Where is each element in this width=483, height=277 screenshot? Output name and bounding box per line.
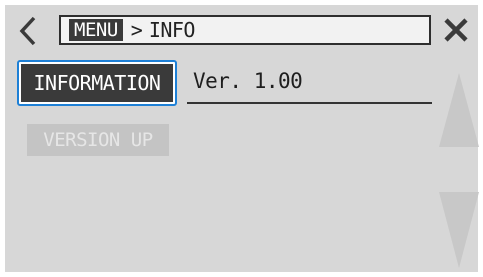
chevron-left-icon (19, 16, 36, 46)
information-button[interactable]: INFORMATION (21, 64, 173, 102)
breadcrumb-current: INFO (148, 18, 196, 42)
scroll-down-button[interactable] (437, 190, 481, 270)
breadcrumb-separator: > (130, 18, 143, 42)
close-button[interactable] (441, 15, 471, 45)
version-underline (187, 102, 432, 104)
breadcrumb-menu[interactable]: MENU (69, 19, 123, 41)
version-value: Ver. 1.00 (193, 69, 303, 93)
device-screen: MENU > INFO INFORMATION Ver. 1.00 VERSIO… (5, 5, 481, 272)
scroll-up-button[interactable] (437, 71, 481, 149)
triangle-down-icon (439, 192, 479, 268)
breadcrumb: MENU > INFO (59, 15, 431, 45)
triangle-up-icon (439, 73, 479, 147)
close-icon (444, 18, 468, 42)
back-button[interactable] (17, 16, 39, 46)
version-up-button[interactable]: VERSION UP (27, 124, 169, 156)
